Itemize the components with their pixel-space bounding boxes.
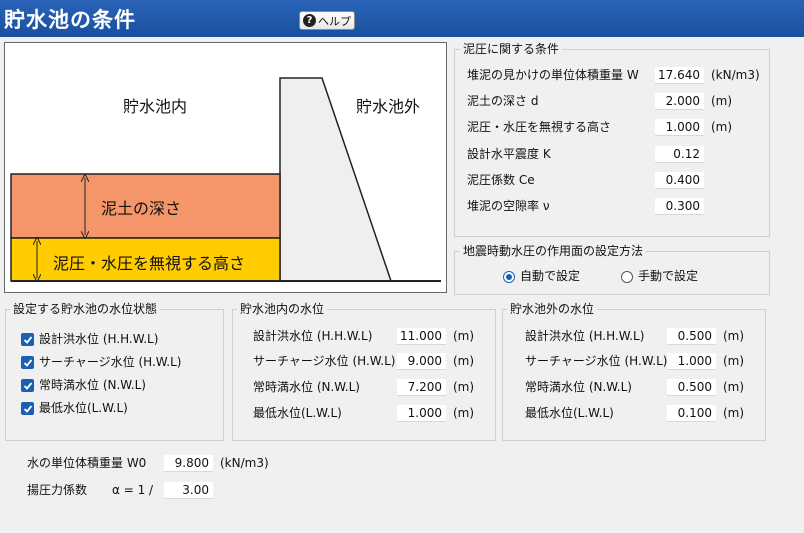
inner-hhwl-field[interactable]: 11.000 bbox=[397, 328, 446, 345]
nwl-checkbox-label[interactable]: 常時満水位 (N.W.L) bbox=[39, 377, 146, 393]
outer-level-row-label: 最低水位(L.W.L) bbox=[525, 406, 614, 420]
outer-level-row-label: 常時満水位 (N.W.L) bbox=[525, 380, 632, 394]
outside-label: 貯水池外 bbox=[356, 97, 420, 116]
inner-level-unit: (m) bbox=[453, 406, 475, 420]
mud-row-label: 堆泥の見かけの単位体積重量 W bbox=[467, 68, 639, 82]
outer-level-row-label: サーチャージ水位 (H.W.L) bbox=[525, 354, 668, 368]
outer-level-unit: (m) bbox=[723, 406, 745, 420]
outer-hwl-field[interactable]: 1.000 bbox=[667, 353, 716, 370]
help-button[interactable]: ? ヘルプ bbox=[299, 11, 355, 30]
outer-level-unit: (m) bbox=[723, 380, 745, 394]
help-button-label: ヘルプ bbox=[318, 14, 351, 28]
manual-radio-label[interactable]: 手動で設定 bbox=[638, 268, 698, 284]
mud-row-label: 泥土の深さ d bbox=[467, 94, 539, 108]
level-state-legend: 設定する貯水池の水位状態 bbox=[10, 302, 161, 316]
inner-level-row-label: サーチャージ水位 (H.W.L) bbox=[253, 354, 396, 368]
mud-row-label: 泥圧・水圧を無視する高さ bbox=[467, 120, 612, 134]
outer-level-row-label: 設計洪水位 (H.H.W.L) bbox=[525, 329, 645, 343]
inner-level-unit: (m) bbox=[453, 354, 475, 368]
water-unit-weight-field[interactable]: 9.800 bbox=[164, 455, 213, 472]
outer-nwl-field[interactable]: 0.500 bbox=[667, 379, 716, 396]
level-state-group: 設定する貯水池の水位状態 bbox=[5, 302, 224, 441]
water-unit-weight-label: 水の単位体積重量 W0 bbox=[27, 456, 147, 470]
outer-level-legend: 貯水池外の水位 bbox=[507, 302, 598, 316]
auto-radio-label[interactable]: 自動で設定 bbox=[520, 268, 580, 284]
inner-level-row-label: 常時満水位 (N.W.L) bbox=[253, 380, 360, 394]
hhwl-checkbox[interactable] bbox=[21, 333, 34, 346]
mud-row-unit: (kN/m3) bbox=[711, 68, 760, 82]
water-unit-weight-unit: (kN/m3) bbox=[220, 456, 269, 470]
ignore-height-field[interactable]: 1.000 bbox=[655, 119, 704, 136]
mud-row-label: 設計水平震度 K bbox=[467, 147, 551, 161]
outer-level-unit: (m) bbox=[723, 329, 745, 343]
nwl-checkbox[interactable] bbox=[21, 379, 34, 392]
mud-unit-weight-field[interactable]: 17.640 bbox=[655, 67, 704, 84]
title-bar: 貯水池の条件 ? ヘルプ bbox=[0, 0, 804, 37]
inner-level-unit: (m) bbox=[453, 329, 475, 343]
inner-level-unit: (m) bbox=[453, 380, 475, 394]
mud-row-unit: (m) bbox=[711, 94, 733, 108]
ignore-height-label: 泥圧・水圧を無視する高さ bbox=[53, 254, 245, 273]
outer-level-unit: (m) bbox=[723, 354, 745, 368]
inside-label: 貯水池内 bbox=[123, 97, 187, 116]
reservoir-diagram-svg: 貯水池内 貯水池外 泥土の深さ 泥圧・水圧を無視する高さ bbox=[10, 77, 441, 282]
inner-nwl-field[interactable]: 7.200 bbox=[397, 379, 446, 396]
seismic-method-legend: 地震時動水圧の作用面の設定方法 bbox=[460, 244, 647, 258]
mud-conditions-legend: 泥圧に関する条件 bbox=[460, 42, 563, 56]
mud-row-label: 泥圧係数 Ce bbox=[467, 173, 535, 187]
mud-depth-field[interactable]: 2.000 bbox=[655, 93, 704, 110]
inner-hwl-field[interactable]: 9.000 bbox=[397, 353, 446, 370]
seismic-coefficient-field[interactable]: 0.12 bbox=[655, 146, 704, 163]
uplift-coefficient-field[interactable]: 3.00 bbox=[164, 482, 213, 499]
hwl-checkbox-label[interactable]: サーチャージ水位 (H.W.L) bbox=[39, 354, 181, 370]
outer-lwl-field[interactable]: 0.100 bbox=[667, 405, 716, 422]
seismic-method-group: 地震時動水圧の作用面の設定方法 bbox=[454, 244, 770, 295]
mud-pressure-coefficient-field[interactable]: 0.400 bbox=[655, 172, 704, 189]
inner-level-row-label: 設計洪水位 (H.H.W.L) bbox=[253, 329, 373, 343]
uplift-coefficient-label: 揚圧力係数 bbox=[27, 483, 88, 497]
reservoir-diagram: 貯水池内 貯水池外 泥土の深さ 泥圧・水圧を無視する高さ bbox=[4, 42, 447, 293]
lwl-checkbox-label[interactable]: 最低水位(L.W.L) bbox=[39, 400, 128, 416]
porosity-field[interactable]: 0.300 bbox=[655, 198, 704, 215]
mud-row-unit: (m) bbox=[711, 120, 733, 134]
mud-depth-label: 泥土の深さ bbox=[101, 199, 181, 218]
mud-row-label: 堆泥の空隙率 ν bbox=[467, 199, 550, 213]
auto-radio[interactable] bbox=[503, 271, 515, 283]
uplift-alpha-label: α = 1 / bbox=[112, 483, 154, 497]
page-title: 貯水池の条件 bbox=[4, 8, 136, 32]
inner-level-legend: 貯水池内の水位 bbox=[237, 302, 328, 316]
hhwl-checkbox-label[interactable]: 設計洪水位 (H.H.W.L) bbox=[39, 331, 158, 347]
outer-hhwl-field[interactable]: 0.500 bbox=[667, 328, 716, 345]
inner-level-row-label: 最低水位(L.W.L) bbox=[253, 406, 342, 420]
manual-radio[interactable] bbox=[621, 271, 633, 283]
lwl-checkbox[interactable] bbox=[21, 402, 34, 415]
hwl-checkbox[interactable] bbox=[21, 356, 34, 369]
inner-lwl-field[interactable]: 1.000 bbox=[397, 405, 446, 422]
help-icon: ? bbox=[303, 14, 316, 27]
